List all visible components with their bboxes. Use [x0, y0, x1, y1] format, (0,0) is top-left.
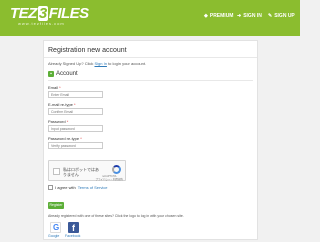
- logo-badge: 3: [37, 5, 48, 22]
- email-retype-field[interactable]: [48, 108, 103, 115]
- logo-subtext: www.tezfiles.com: [18, 21, 65, 26]
- terms-label: I agree with: [55, 185, 76, 190]
- terms-checkbox[interactable]: [48, 185, 53, 190]
- email-field[interactable]: [48, 91, 103, 98]
- nav-sign-in[interactable]: ➜ SIGN IN: [237, 13, 262, 19]
- title-divider: [44, 57, 257, 58]
- recaptcha-widget: 私はロボットではありません reCAPTCHA プライバシー・利用規約: [48, 160, 126, 181]
- signin-prompt: Already Signed Up? Click Sign In to logi…: [48, 61, 147, 66]
- nav-signup-label: SIGN UP: [274, 13, 295, 19]
- email-retype-label: E-mail re-type *: [48, 102, 76, 107]
- google-login-button[interactable]: G: [50, 222, 61, 233]
- facebook-icon: f: [72, 223, 75, 233]
- facebook-label[interactable]: Facebook: [65, 234, 80, 238]
- password-field[interactable]: [48, 125, 103, 132]
- page-title: Registration new account: [48, 47, 127, 54]
- signin-link[interactable]: Sign In: [94, 61, 106, 66]
- email-label: Email *: [48, 85, 61, 90]
- logo-text: TEZ 3 FILES: [10, 5, 89, 22]
- password-retype-field[interactable]: [48, 142, 103, 149]
- google-icon: G: [53, 223, 60, 232]
- nav-premium[interactable]: ◆ PREMIUM: [204, 13, 233, 19]
- top-bar: TEZ 3 FILES www.tezfiles.com ◆ PREMIUM ➜ S…: [0, 0, 300, 36]
- section-divider: [48, 80, 253, 81]
- nav-sign-up[interactable]: ✎ SIGN UP: [268, 13, 295, 19]
- nav-premium-label: PREMIUM: [209, 13, 234, 19]
- recaptcha-brand: reCAPTCHA プライバシー・利用規約: [95, 175, 123, 181]
- terms-agreement: I agree with Terms of Service: [48, 185, 107, 190]
- account-icon: ▪: [48, 71, 54, 77]
- recaptcha-checkbox[interactable]: [53, 168, 60, 175]
- register-button[interactable]: Register: [48, 202, 64, 209]
- password-retype-label: Password re-type *: [48, 136, 82, 141]
- registration-card: Registration new account Already Signed …: [43, 40, 258, 240]
- account-section-header: ▪ Account: [48, 70, 78, 78]
- google-label[interactable]: Google: [48, 234, 59, 238]
- facebook-login-button[interactable]: f: [68, 222, 79, 233]
- terms-link[interactable]: Terms of Service: [78, 185, 108, 190]
- diamond-icon: ◆: [204, 12, 208, 19]
- password-label: Password *: [48, 119, 69, 124]
- signup-icon: ✎: [268, 12, 273, 19]
- recaptcha-icon: [112, 165, 121, 174]
- section-title: Account: [56, 71, 78, 77]
- signin-icon: ➜: [237, 12, 242, 19]
- social-login-text: Already registered with one of these sit…: [48, 214, 184, 218]
- nav-signin-label: SIGN IN: [243, 13, 262, 19]
